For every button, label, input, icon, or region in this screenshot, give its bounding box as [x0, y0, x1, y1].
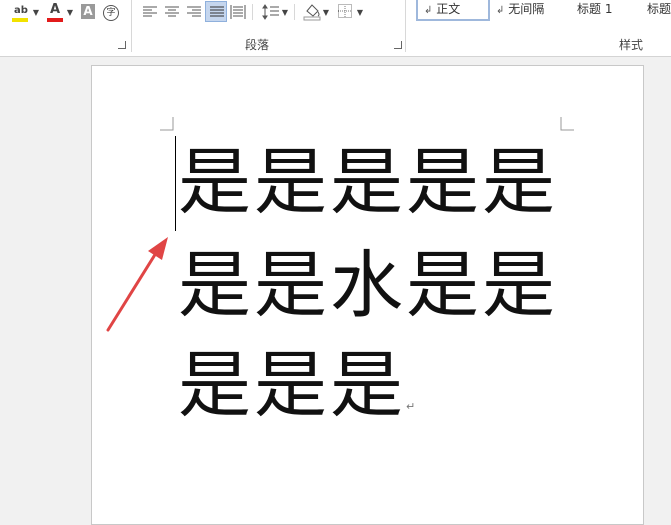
- shading-icon[interactable]: [303, 2, 321, 21]
- text-highlight-color-button[interactable]: ab: [10, 2, 32, 22]
- align-left-icon[interactable]: [142, 5, 158, 19]
- borders-icon[interactable]: [338, 4, 353, 19]
- enclose-characters-button[interactable]: 字: [102, 2, 120, 22]
- paragraph-dialog-launcher-icon[interactable]: [394, 41, 402, 49]
- enclose-characters-icon: 字: [103, 5, 119, 21]
- margin-corner-top-right: [560, 117, 574, 131]
- ribbon: ab ▼ A ▼ A 字 ▼ ▼ ▼ 段落 ↲ 正文 ↲ 无间隔 标题 1 标题…: [0, 0, 671, 57]
- justify-icon: [210, 6, 224, 17]
- borders-dropdown-arrow[interactable]: ▼: [356, 3, 364, 23]
- font-dialog-launcher-icon[interactable]: [118, 41, 126, 49]
- font-color-swatch: [47, 18, 63, 22]
- paragraph-marker-icon: ↲: [496, 5, 505, 16]
- align-center-icon[interactable]: [164, 5, 180, 19]
- justify-button[interactable]: [205, 1, 227, 22]
- highlight-color-swatch: [12, 18, 28, 22]
- icon-separator: [252, 4, 253, 20]
- font-color-icon: A: [49, 2, 61, 17]
- highlight-dropdown-arrow[interactable]: ▼: [32, 3, 40, 23]
- styles-group-label: 样式: [619, 38, 644, 52]
- style-normal[interactable]: ↲ 正文: [416, 0, 490, 21]
- paragraph-mark-icon: ↵: [406, 400, 416, 413]
- group-separator: [131, 0, 132, 52]
- font-color-dropdown-arrow[interactable]: ▼: [66, 3, 74, 23]
- margin-corner-top-left: [160, 117, 174, 131]
- document-line-3[interactable]: 是是是↵: [178, 346, 415, 426]
- paragraph-marker-icon: ↲: [424, 5, 433, 16]
- align-right-icon[interactable]: [186, 5, 202, 19]
- font-color-button[interactable]: A: [46, 2, 64, 22]
- character-shading-icon: A: [81, 4, 95, 19]
- distributed-align-icon[interactable]: [230, 4, 246, 20]
- group-separator: [405, 0, 406, 52]
- style-title[interactable]: 标题: [641, 0, 671, 19]
- line-spacing-icon[interactable]: [262, 4, 280, 20]
- document-line-1[interactable]: 是是是是是: [178, 143, 558, 223]
- character-shading-button[interactable]: A: [80, 2, 96, 22]
- document-line-2[interactable]: 是是水是是: [178, 246, 558, 326]
- style-no-spacing-label: 无间隔: [508, 2, 545, 16]
- document-line-3-text: 是是是: [178, 343, 406, 428]
- icon-separator: [294, 4, 295, 20]
- paragraph-group-label: 段落: [245, 38, 270, 52]
- text-cursor: [175, 136, 176, 231]
- highlight-color-icon: ab: [14, 5, 28, 16]
- style-no-spacing[interactable]: ↲ 无间隔: [490, 0, 550, 19]
- annotation-arrow-icon: [106, 237, 168, 332]
- style-title-label: 标题: [647, 2, 671, 16]
- style-heading-1-label: 标题 1: [577, 2, 613, 16]
- line-spacing-dropdown-arrow[interactable]: ▼: [281, 3, 289, 23]
- style-heading-1[interactable]: 标题 1: [571, 0, 618, 19]
- style-normal-label: 正文: [436, 2, 461, 16]
- shading-dropdown-arrow[interactable]: ▼: [322, 3, 330, 23]
